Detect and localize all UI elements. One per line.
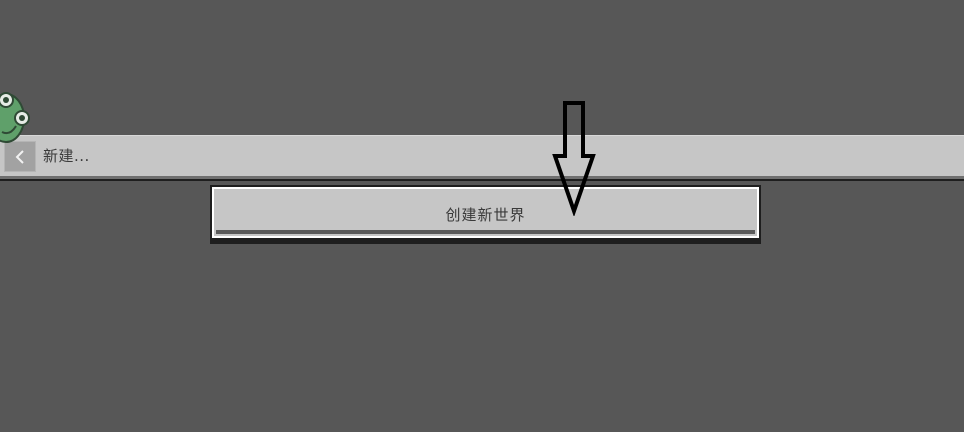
- create-new-world-label: 创建新世界: [445, 206, 526, 224]
- create-new-world-button[interactable]: 创建新世界: [210, 185, 761, 244]
- header-divider: [0, 176, 964, 181]
- chevron-left-icon: [15, 150, 24, 164]
- button-shadow: [216, 230, 755, 234]
- header-bar: 新建...: [0, 135, 964, 176]
- header-title: 新建...: [43, 147, 90, 165]
- frog-icon: [0, 92, 30, 143]
- create-new-world-button-face[interactable]: 创建新世界: [212, 187, 759, 238]
- screen: 新建... 创建新世界: [0, 0, 964, 432]
- down-arrow-icon: [552, 101, 596, 216]
